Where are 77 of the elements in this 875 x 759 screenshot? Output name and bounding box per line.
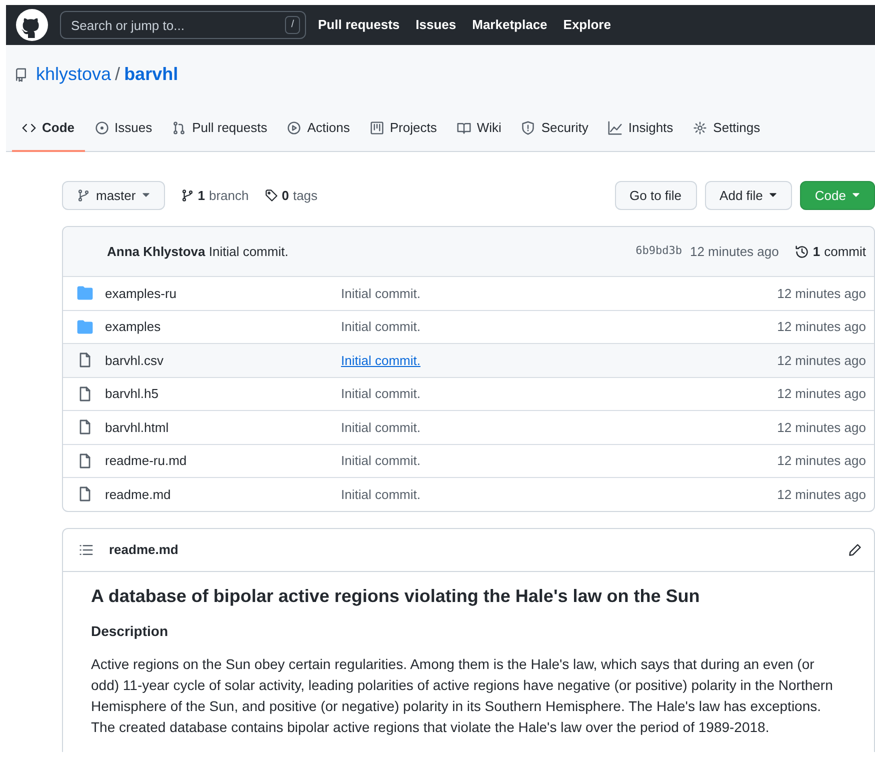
pull-request-icon xyxy=(172,120,186,135)
repo-icon xyxy=(14,68,28,82)
file-time: 12 minutes ago xyxy=(777,418,866,437)
readme-filename: readme.md xyxy=(109,540,178,559)
readme-paragraph: Active regions on the Sun obey certain regularities. Among them is the Hale's law, which says that during an even (or odd) 11-year cycle of solar activity, leading polarities of active regions have negative (or positive) polarity in the Northern Hemisphere of the Sun, and positive (or negative) polarity in its Southern Hemisphere. The Hale's law has exceptions. The created database contains bipolar active regions that violate the Hale's law over the period of 1989-2018. xyxy=(91,654,834,737)
file-name-link[interactable]: readme-ru.md xyxy=(105,451,341,470)
shortcut-key: / xyxy=(285,16,300,34)
file-icon xyxy=(77,386,93,402)
circle-dot-icon xyxy=(94,120,108,135)
gear-icon xyxy=(693,120,708,135)
repo-name-link[interactable]: barvhl xyxy=(124,61,178,88)
file-icon xyxy=(77,486,93,502)
file-time: 12 minutes ago xyxy=(777,486,866,504)
history-icon xyxy=(794,244,809,258)
tab[interactable]: Settings xyxy=(683,108,770,152)
shield-icon xyxy=(521,120,536,135)
tab[interactable]: Code xyxy=(12,108,84,152)
caret-icon xyxy=(852,191,860,200)
commit-sha[interactable]: 6b9bd3b xyxy=(636,243,682,260)
branches-link[interactable]: 1 branch xyxy=(180,186,249,205)
file-name-link[interactable]: barvhl.csv xyxy=(105,350,341,370)
header-link[interactable]: Pull requests xyxy=(318,15,400,35)
commit-message-link[interactable]: Initial commit. xyxy=(341,451,420,470)
commit-message-link[interactable]: Initial commit. xyxy=(341,350,420,370)
file-icon xyxy=(77,452,93,469)
commit-message-link[interactable]: Initial commit. xyxy=(341,384,420,404)
file-time: 12 minutes ago xyxy=(777,385,866,403)
file-icon xyxy=(77,419,93,436)
commit-message-link[interactable]: Initial commit. xyxy=(341,317,420,336)
graph-icon xyxy=(608,120,622,135)
book-icon xyxy=(456,120,471,135)
commit-message-link[interactable]: Initial commit. xyxy=(341,284,420,303)
tab[interactable]: Security xyxy=(511,108,598,152)
file-time: 12 minutes ago xyxy=(777,318,866,336)
header-link[interactable]: Marketplace xyxy=(472,15,548,35)
pencil-icon[interactable] xyxy=(848,542,862,556)
header-link[interactable]: Explore xyxy=(563,15,611,35)
path-separator: / xyxy=(115,63,120,86)
board-icon xyxy=(370,120,384,135)
file-name-link[interactable]: barvhl.h5 xyxy=(105,384,341,404)
owner-link[interactable]: khlystova xyxy=(36,61,112,88)
commit-summary: Anna Khlystova Initial commit. xyxy=(107,242,288,261)
commits-link[interactable]: 1 commit xyxy=(794,242,866,262)
branch-select-button[interactable]: master xyxy=(62,180,165,210)
section-heading: Description xyxy=(91,623,170,640)
caret-icon xyxy=(142,191,150,200)
commit-message-link[interactable]: Initial commit. xyxy=(341,484,420,504)
tab[interactable]: Actions xyxy=(277,108,360,152)
tag-icon xyxy=(264,188,278,202)
tab[interactable]: Issues xyxy=(84,108,162,152)
file-time: 12 minutes ago xyxy=(777,352,866,370)
go-to-file-button[interactable]: Go to file xyxy=(614,180,697,210)
folder-icon xyxy=(77,285,93,302)
play-icon xyxy=(287,120,302,135)
file-name-link[interactable]: barvhl.html xyxy=(105,418,341,437)
caret-icon xyxy=(768,191,777,200)
branch-icon xyxy=(180,188,194,202)
tab[interactable]: Projects xyxy=(360,108,447,152)
file-time: 12 minutes ago xyxy=(777,452,866,470)
commit-time: 12 minutes ago xyxy=(690,242,779,261)
file-name-link[interactable]: readme.md xyxy=(105,484,341,504)
list-icon xyxy=(79,542,93,556)
tab[interactable]: Pull requests xyxy=(162,108,278,152)
readme-title: A database of bipolar active regions violating the Hale's law on the Sun xyxy=(91,586,701,608)
file-name-link[interactable]: examples xyxy=(105,317,341,336)
logo-icon[interactable] xyxy=(16,9,48,41)
tab[interactable]: Insights xyxy=(598,108,684,152)
file-time: 12 minutes ago xyxy=(777,284,866,303)
tags-link[interactable]: 0 tags xyxy=(264,186,318,205)
commit-message-link[interactable]: Initial commit. xyxy=(341,418,420,437)
header-link[interactable]: Issues xyxy=(416,15,456,35)
folder-icon xyxy=(77,318,93,335)
tab[interactable]: Wiki xyxy=(446,108,512,152)
file-icon xyxy=(77,352,93,368)
branch-icon xyxy=(77,188,90,202)
file-name-link[interactable]: examples-ru xyxy=(105,284,341,303)
add-file-button[interactable]: Add file xyxy=(704,180,792,210)
